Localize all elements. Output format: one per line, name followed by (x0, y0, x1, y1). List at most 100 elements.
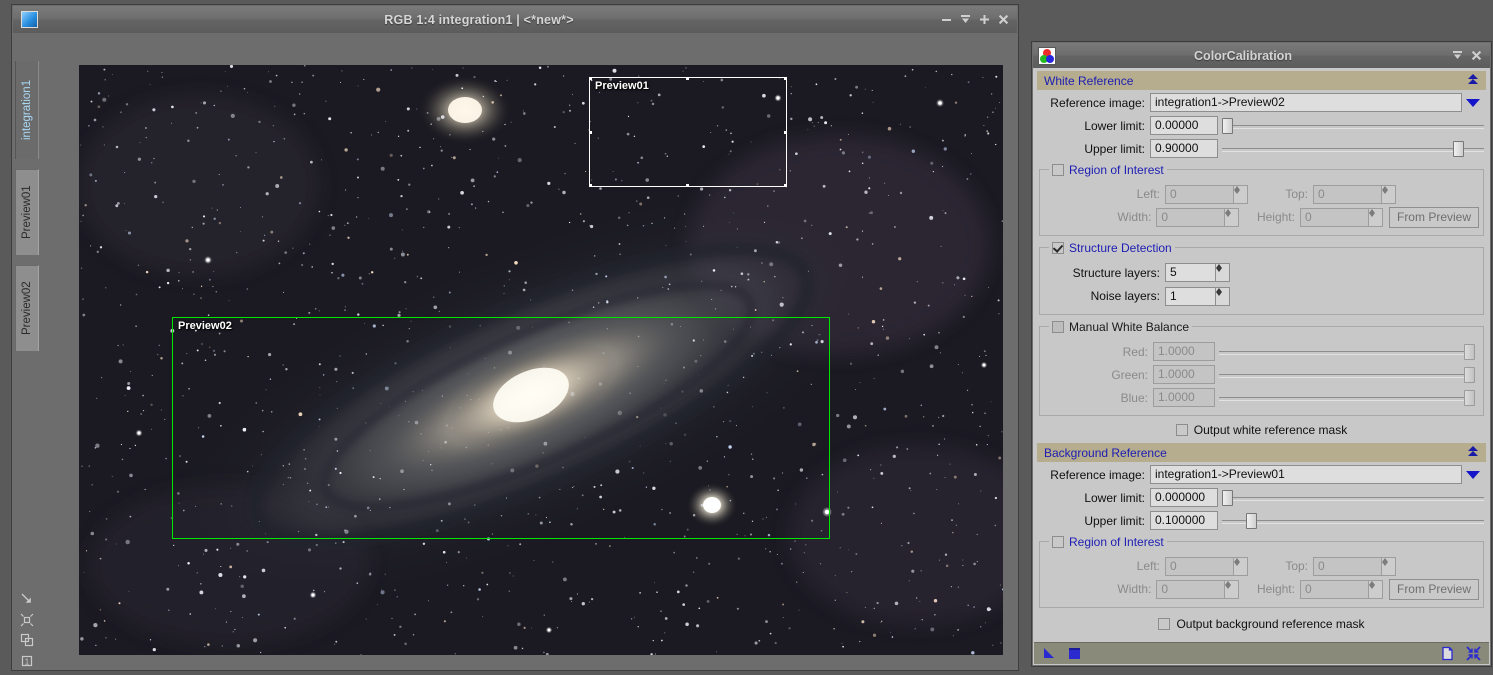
tab-label: Preview02 (21, 281, 33, 336)
output-background-reference-mask-row[interactable]: Output background reference mask (1033, 614, 1490, 634)
sidebar-item-preview02[interactable]: Preview02 (15, 265, 39, 351)
zoom-arrow-icon[interactable] (19, 591, 35, 607)
roi-top-label: Top: (1285, 187, 1308, 201)
manual-white-balance-checkbox[interactable] (1052, 320, 1064, 333)
background-region-of-interest-group: Region of Interest Left: 0 Top: 0 Width: (1039, 534, 1484, 608)
roi-height-spinner[interactable]: 0 (1299, 579, 1383, 599)
red-slider[interactable] (1219, 342, 1475, 361)
noise-layers-value[interactable]: 1 (1165, 286, 1215, 306)
output-white-reference-mask-row[interactable]: Output white reference mask (1033, 420, 1490, 440)
minimize-button[interactable] (937, 10, 956, 29)
from-preview-button[interactable]: From Preview (1388, 578, 1479, 600)
preview-rect-preview01[interactable]: Preview01 (589, 77, 787, 187)
close-button[interactable] (994, 10, 1013, 29)
lower-limit-input[interactable]: 0.000000 (1150, 488, 1218, 507)
chevron-down-icon[interactable] (1462, 98, 1484, 107)
structure-detection-title-row: Structure Detection (1049, 240, 1175, 255)
roi-height-spinner[interactable]: 0 (1299, 207, 1383, 227)
roi-width-value[interactable]: 0 (1156, 207, 1225, 227)
preview-tab-strip: integration1 Preview01 Preview02 (13, 33, 41, 669)
fit-crosshair-icon[interactable] (19, 612, 35, 628)
collapse-arrow-icon[interactable] (1466, 445, 1480, 461)
structure-detection-checkbox[interactable] (1052, 241, 1064, 254)
colorcalibration-dialog: ColorCalibration White Reference Referen… (1031, 41, 1492, 667)
apply-triangle-icon[interactable] (1042, 646, 1057, 661)
roi-width-spinner[interactable]: 0 (1156, 207, 1240, 227)
reference-image-value[interactable]: integration1->Preview01 (1150, 465, 1462, 484)
roi-left-value[interactable]: 0 (1165, 556, 1233, 576)
green-input[interactable]: 1.0000 (1153, 365, 1215, 384)
upper-limit-slider[interactable] (1222, 139, 1484, 158)
upper-limit-slider[interactable] (1222, 511, 1484, 530)
roi-left-spinner[interactable]: 0 (1165, 556, 1248, 576)
manual-white-balance-title-row: Manual White Balance (1049, 319, 1193, 334)
image-canvas-area[interactable]: Preview01 Preview02 (41, 33, 1017, 669)
sidebar-item-preview01[interactable]: Preview01 (15, 169, 39, 255)
roi-checkbox[interactable] (1052, 163, 1064, 176)
lower-limit-slider[interactable] (1222, 488, 1484, 507)
reset-document-icon[interactable] (1440, 646, 1455, 661)
collapse-arrows-icon[interactable] (1466, 646, 1481, 661)
roi-width-value[interactable]: 0 (1156, 579, 1225, 599)
roi-height-value[interactable]: 0 (1299, 207, 1368, 227)
background-reference-image-combo[interactable]: integration1->Preview01 (1150, 465, 1484, 484)
section-background-reference[interactable]: Background Reference (1037, 443, 1486, 462)
sidebar-item-integration1[interactable]: integration1 (15, 61, 39, 159)
preview-rect-preview02[interactable]: Preview02 (172, 317, 830, 539)
roi-width-spinner[interactable]: 0 (1156, 579, 1240, 599)
roi-left-label: Left: (1136, 187, 1160, 201)
blue-input[interactable]: 1.0000 (1153, 388, 1215, 407)
roi-checkbox[interactable] (1052, 535, 1064, 548)
image-window-title: RGB 1:4 integration1 | <*new*> (384, 12, 574, 27)
roi-top-value[interactable]: 0 (1313, 556, 1381, 576)
roi-top-label: Top: (1285, 559, 1308, 573)
roi-height-value[interactable]: 0 (1299, 579, 1368, 599)
image-window-titlebar[interactable]: RGB 1:4 integration1 | <*new*> (13, 6, 1017, 34)
reference-image-value[interactable]: integration1->Preview02 (1150, 93, 1462, 112)
structure-layers-label: Structure layers: (1072, 265, 1160, 280)
from-preview-button[interactable]: From Preview (1388, 206, 1479, 228)
image-window: RGB 1:4 integration1 | <*new*> integrati… (11, 4, 1019, 671)
roi-left-value[interactable]: 0 (1165, 184, 1233, 204)
collapse-arrow-icon[interactable] (1466, 73, 1480, 89)
svg-text:1: 1 (25, 658, 30, 667)
page-number-icon[interactable]: 1 (19, 653, 35, 669)
lower-limit-input[interactable]: 0.00000 (1150, 116, 1218, 135)
red-input[interactable]: 1.0000 (1153, 342, 1215, 361)
noise-layers-spinner[interactable]: 1 (1165, 286, 1230, 306)
green-slider[interactable] (1219, 365, 1475, 384)
colorcalibration-titlebar[interactable]: ColorCalibration (1033, 43, 1490, 69)
duplicate-windows-icon[interactable] (19, 633, 35, 649)
output-background-reference-mask-label: Output background reference mask (1176, 617, 1365, 631)
blue-slider[interactable] (1219, 388, 1475, 407)
lower-limit-slider[interactable] (1222, 116, 1484, 135)
apply-global-square-icon[interactable] (1067, 646, 1082, 661)
upper-limit-input[interactable]: 0.100000 (1150, 511, 1218, 530)
section-title: White Reference (1044, 73, 1134, 88)
manual-white-balance-title: Manual White Balance (1069, 319, 1190, 334)
roi-top-value[interactable]: 0 (1313, 184, 1381, 204)
chevron-down-icon[interactable] (1462, 470, 1484, 479)
output-white-reference-mask-checkbox[interactable] (1175, 424, 1188, 436)
image-window-controls (937, 10, 1013, 29)
structure-layers-value[interactable]: 5 (1165, 263, 1215, 282)
roi-top-spinner[interactable]: 0 (1313, 184, 1396, 204)
section-white-reference[interactable]: White Reference (1037, 71, 1486, 90)
colorcalibration-footer (1034, 642, 1489, 664)
preview-label: Preview01 (595, 80, 649, 92)
white-region-of-interest-group: Region of Interest Left: 0 Top: 0 Width: (1039, 162, 1484, 236)
output-background-reference-mask-checkbox[interactable] (1158, 618, 1171, 630)
shade-button[interactable] (956, 10, 975, 29)
upper-limit-label: Upper limit: (1084, 513, 1145, 528)
astro-image[interactable]: Preview01 Preview02 (79, 65, 1003, 655)
close-button[interactable] (1467, 46, 1486, 65)
white-reference-image-combo[interactable]: integration1->Preview02 (1150, 93, 1484, 112)
structure-layers-spinner[interactable]: 5 (1165, 263, 1230, 282)
upper-limit-input[interactable]: 0.90000 (1150, 139, 1218, 158)
lower-limit-label: Lower limit: (1084, 490, 1145, 505)
roi-top-spinner[interactable]: 0 (1313, 556, 1396, 576)
background-reference-image-row: Reference image: integration1->Preview01 (1033, 464, 1490, 485)
roi-left-spinner[interactable]: 0 (1165, 184, 1248, 204)
shade-button[interactable] (1448, 46, 1467, 65)
maximize-button[interactable] (975, 10, 994, 29)
